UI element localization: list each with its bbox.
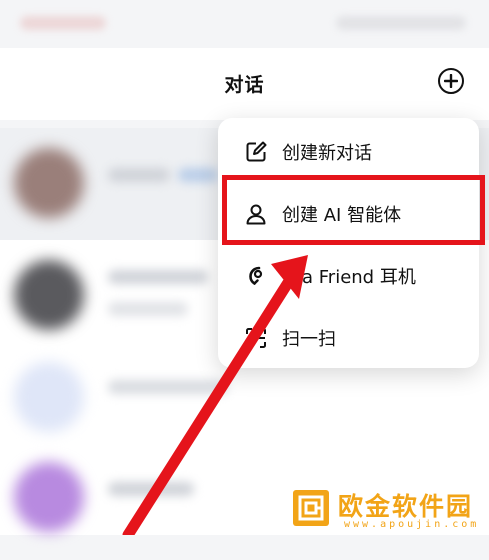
watermark-subtitle: www.apoujin.com (344, 519, 480, 530)
watermark-title: 欧金软件园 (338, 492, 474, 521)
watermark: 欧金软件园 www.apoujin.com (288, 489, 488, 535)
annotation-arrow (122, 255, 308, 535)
watermark-logo (293, 490, 329, 526)
